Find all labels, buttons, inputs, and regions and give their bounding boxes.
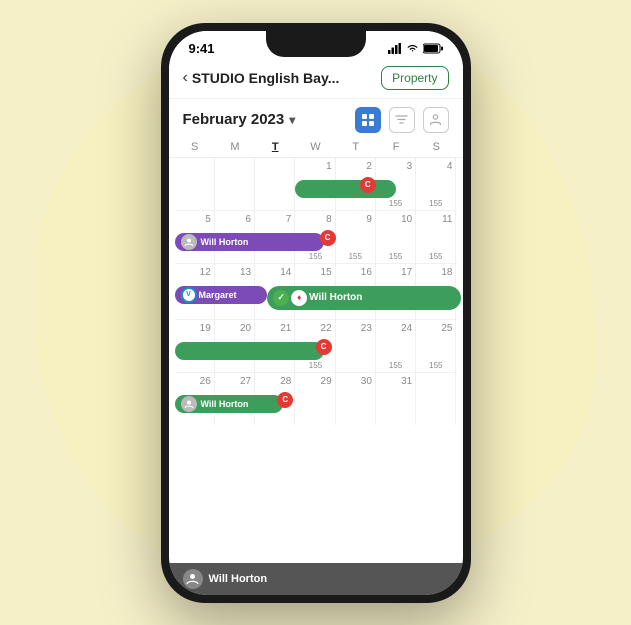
booking-bar-margaret[interactable]: V Margaret <box>175 286 268 304</box>
header-left: ‹ STUDIO English Bay... <box>183 69 340 87</box>
avatar-icon <box>186 572 199 585</box>
bottom-booking-bar[interactable]: Will Horton <box>169 563 463 595</box>
day-headers: S M T W T F S <box>169 137 463 158</box>
vrbo-icon: V <box>181 287 197 303</box>
filter-icon <box>395 113 408 126</box>
month-title[interactable]: February 2023 ▾ <box>183 111 296 128</box>
bottom-name-label: Will Horton <box>209 573 268 585</box>
back-button[interactable]: ‹ <box>183 69 188 87</box>
wifi-icon <box>406 43 419 53</box>
booking-bar-week5[interactable]: Will Horton <box>175 395 284 413</box>
status-bar: 9:41 <box>169 31 463 60</box>
price-11: 155 <box>416 252 455 261</box>
person-icon-small2 <box>184 399 194 409</box>
day-header-s1: S <box>175 139 215 155</box>
day-cell-23[interactable]: 23 <box>336 320 376 372</box>
price-10: 155 <box>376 252 415 261</box>
calendar-grid-icon[interactable] <box>355 107 381 133</box>
check-icon: ✓ <box>273 290 289 306</box>
price-4: 155 <box>416 199 455 208</box>
booking-name-will2: Will Horton <box>309 292 362 303</box>
day-header-f: F <box>376 139 416 155</box>
price-label-row4: 155 <box>295 361 335 370</box>
day-cell-25[interactable]: 25 155 <box>416 320 456 372</box>
booking-badge-1: C <box>360 177 376 193</box>
booking-badge-2: C <box>320 230 336 246</box>
day-cell-29[interactable]: 29 <box>295 373 335 425</box>
chevron-down-icon: ▾ <box>289 113 295 127</box>
person-icon-btn[interactable] <box>423 107 449 133</box>
price-label-row2: 155 <box>295 252 335 261</box>
booking-bar-week3-will[interactable]: ✓ ♦ Will Horton <box>267 286 460 310</box>
day-cell-30[interactable]: 30 <box>336 373 376 425</box>
day-cell-4[interactable]: 4 155 <box>416 158 456 210</box>
booking-name-margaret: Margaret <box>199 290 237 300</box>
booking-badge-4: C <box>316 339 332 355</box>
day-cell-10[interactable]: 10 155 <box>376 211 416 263</box>
header-title: STUDIO English Bay... <box>192 70 340 86</box>
day-header-t: T <box>255 139 295 155</box>
day-header-s2: S <box>416 139 456 155</box>
battery-icon <box>423 43 443 54</box>
person-icon-small <box>184 237 194 247</box>
booking-bar-week2-will[interactable]: Will Horton <box>175 233 324 251</box>
grid-icon <box>361 113 375 127</box>
booking-badge-5: C <box>277 392 293 408</box>
day-cell-24[interactable]: 24 155 <box>376 320 416 372</box>
week-row-3: 12 13 14 15 16 17 18 V Margaret ✓ ♦ Will… <box>175 264 457 320</box>
day-header-w: W <box>295 139 335 155</box>
day-cell-31[interactable]: 31 <box>376 373 416 425</box>
app-header: ‹ STUDIO English Bay... Property <box>169 60 463 99</box>
week-row-1: 1 2 3 155 4 155 C <box>175 158 457 211</box>
filter-icon-btn[interactable] <box>389 107 415 133</box>
calendar-view-icons <box>355 107 449 133</box>
phone-notch <box>266 31 366 57</box>
booking-bar-week1[interactable] <box>295 180 396 198</box>
avatar-will <box>181 234 197 250</box>
day-cell-11[interactable]: 11 155 <box>416 211 456 263</box>
price-9: 155 <box>336 252 375 261</box>
day-header-t2: T <box>336 139 376 155</box>
calendar-header: February 2023 ▾ <box>169 99 463 137</box>
price-24: 155 <box>376 361 415 370</box>
booking-name-will5: Will Horton <box>201 399 249 409</box>
day-cell-empty-end[interactable] <box>416 373 456 425</box>
bottom-avatar <box>183 569 203 589</box>
day-header-m: M <box>215 139 255 155</box>
month-year-label: February 2023 <box>183 111 285 128</box>
day-cell-empty3[interactable] <box>255 158 295 210</box>
status-time: 9:41 <box>189 41 215 56</box>
phone-frame: 9:41 <box>161 23 471 603</box>
calendar-grid: 1 2 3 155 4 155 C 5 6 <box>169 158 463 563</box>
signal-icon <box>388 43 402 54</box>
booking-name-will: Will Horton <box>201 237 249 247</box>
booking-bar-week4[interactable] <box>175 342 324 360</box>
day-cell-empty2[interactable] <box>215 158 255 210</box>
avatar-will5 <box>181 396 197 412</box>
week-row-4: 19 20 21 22 23 24 155 25 155 C <box>175 320 457 373</box>
property-button[interactable]: Property <box>381 66 448 90</box>
status-icons <box>388 43 443 54</box>
day-cell-empty1[interactable] <box>175 158 215 210</box>
person-icon <box>429 113 442 126</box>
price-3: 155 <box>376 199 415 208</box>
airbnb-icon: ♦ <box>291 290 307 306</box>
phone-screen: 9:41 <box>169 31 463 595</box>
day-cell-9[interactable]: 9 155 <box>336 211 376 263</box>
week-row-5: 26 27 28 29 30 31 Will Horton <box>175 373 457 425</box>
price-25: 155 <box>416 361 455 370</box>
week-row-2: 5 6 7 8 9 155 10 155 11 155 <box>175 211 457 264</box>
